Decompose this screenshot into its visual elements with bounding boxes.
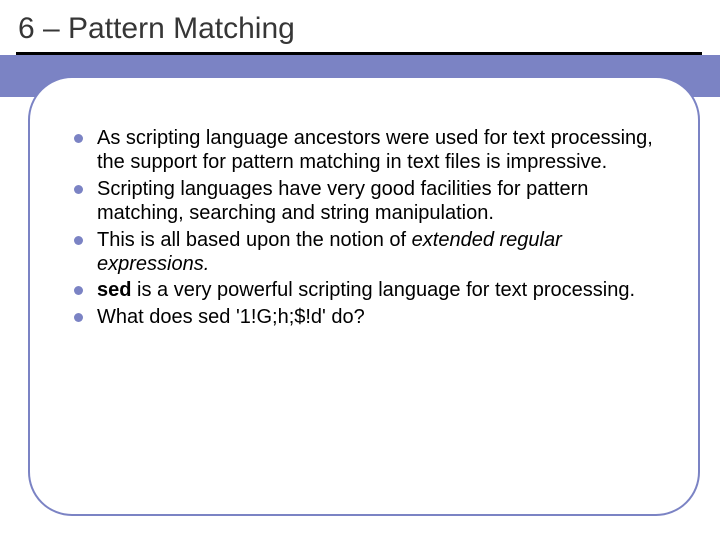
list-item: Scripting languages have very good facil… — [74, 177, 664, 226]
bullet-icon — [74, 313, 83, 322]
bullet-icon — [74, 185, 83, 194]
list-item: sed is a very powerful scripting languag… — [74, 278, 664, 302]
bullet-list: As scripting language ancestors were use… — [74, 126, 664, 331]
bold-span: sed — [97, 279, 131, 301]
list-item: What does sed '1!G;h;$!d' do? — [74, 305, 664, 329]
list-item: As scripting language ancestors were use… — [74, 126, 664, 175]
text-span: is a very powerful scripting language fo… — [131, 279, 635, 301]
bullet-text: sed is a very powerful scripting languag… — [97, 278, 635, 302]
list-item: This is all based upon the notion of ext… — [74, 228, 664, 277]
bullet-text: As scripting language ancestors were use… — [97, 126, 664, 175]
bullet-text: Scripting languages have very good facil… — [97, 177, 664, 226]
slide-title: 6 – Pattern Matching — [18, 12, 720, 46]
bullet-text: This is all based upon the notion of ext… — [97, 228, 664, 277]
bullet-icon — [74, 236, 83, 245]
text-span: This is all based upon the notion of — [97, 229, 412, 251]
bullet-icon — [74, 286, 83, 295]
bullet-text: What does sed '1!G;h;$!d' do? — [97, 305, 365, 329]
bullet-icon — [74, 134, 83, 143]
